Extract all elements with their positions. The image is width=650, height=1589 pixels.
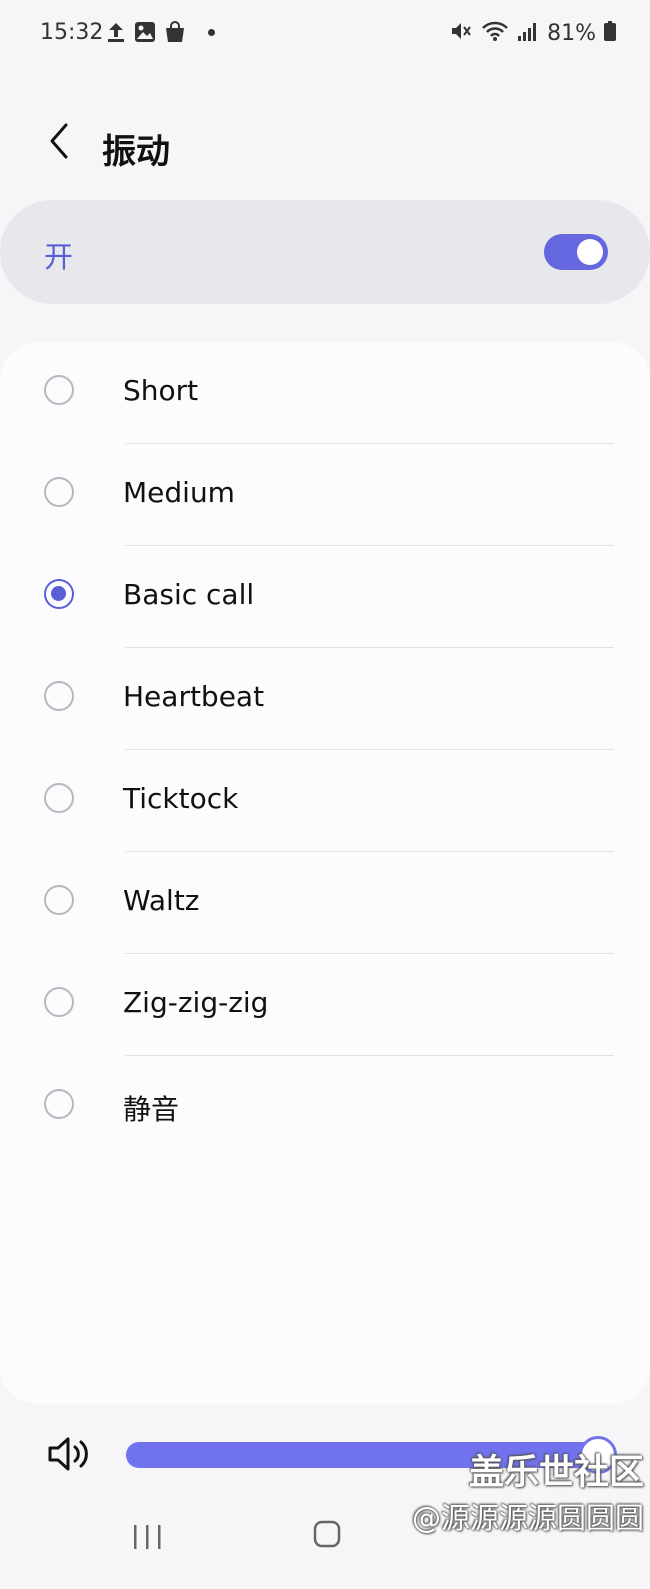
- master-toggle-label: 开: [44, 240, 74, 274]
- option-basic-call[interactable]: Basic call: [0, 546, 650, 648]
- signal-icon: [517, 20, 539, 46]
- radio-button[interactable]: [44, 987, 74, 1017]
- master-switch[interactable]: [544, 234, 608, 270]
- notification-dot-icon: [208, 28, 215, 36]
- recents-icon: [134, 1525, 161, 1549]
- option-label: 静音: [123, 1093, 180, 1126]
- option-label: Waltz: [123, 884, 200, 917]
- volume-slider-thumb[interactable]: [579, 1436, 617, 1474]
- status-bar: 15:32 81%: [0, 0, 650, 68]
- option-label: Short: [123, 374, 199, 407]
- battery-percent: 81%: [547, 20, 596, 46]
- option-label: Basic call: [123, 578, 255, 611]
- home-button[interactable]: [312, 1519, 342, 1549]
- radio-button[interactable]: [44, 1089, 74, 1119]
- page-title: 振动: [102, 132, 170, 172]
- volume-slider[interactable]: [126, 1436, 617, 1474]
- status-time: 15:32: [40, 20, 104, 45]
- radio-button[interactable]: [44, 579, 74, 609]
- option-heartbeat[interactable]: Heartbeat: [0, 648, 650, 750]
- status-right-icons: 81%: [449, 20, 616, 46]
- navigation-bar: [0, 1505, 650, 1589]
- option-label: Ticktock: [123, 782, 239, 815]
- master-toggle-row[interactable]: 开: [0, 200, 650, 304]
- back-arrow-icon: [50, 123, 68, 159]
- option-label: Medium: [123, 476, 235, 509]
- option-silent[interactable]: 静音: [0, 1056, 650, 1158]
- home-icon: [313, 1520, 341, 1548]
- option-medium[interactable]: Medium: [0, 444, 650, 546]
- option-short[interactable]: Short: [0, 342, 650, 444]
- option-zig-zig-zig[interactable]: Zig-zig-zig: [0, 954, 650, 1056]
- speaker-icon[interactable]: [46, 1434, 92, 1478]
- recents-button[interactable]: [128, 1519, 168, 1555]
- option-label: Zig-zig-zig: [123, 986, 269, 1019]
- radio-button[interactable]: [44, 783, 74, 813]
- upload-icon: [106, 20, 126, 44]
- volume-row: [0, 1420, 650, 1490]
- header: 振动: [0, 110, 650, 180]
- radio-button[interactable]: [44, 477, 74, 507]
- option-waltz[interactable]: Waltz: [0, 852, 650, 954]
- mute-vibrate-icon: [449, 20, 473, 46]
- status-left-icons: [106, 20, 215, 44]
- image-icon: [134, 21, 156, 43]
- shopping-bag-icon: [164, 20, 186, 44]
- radio-button[interactable]: [44, 681, 74, 711]
- volume-slider-fill: [126, 1442, 598, 1468]
- option-ticktock[interactable]: Ticktock: [0, 750, 650, 852]
- back-button[interactable]: [36, 116, 80, 166]
- vibration-pattern-list: Short Medium Basic call Heartbeat Tickto…: [0, 342, 650, 1404]
- wifi-icon: [481, 20, 509, 46]
- battery-icon: [604, 21, 616, 45]
- radio-button[interactable]: [44, 375, 74, 405]
- radio-button[interactable]: [44, 885, 74, 915]
- switch-knob: [577, 239, 603, 265]
- option-label: Heartbeat: [123, 680, 265, 713]
